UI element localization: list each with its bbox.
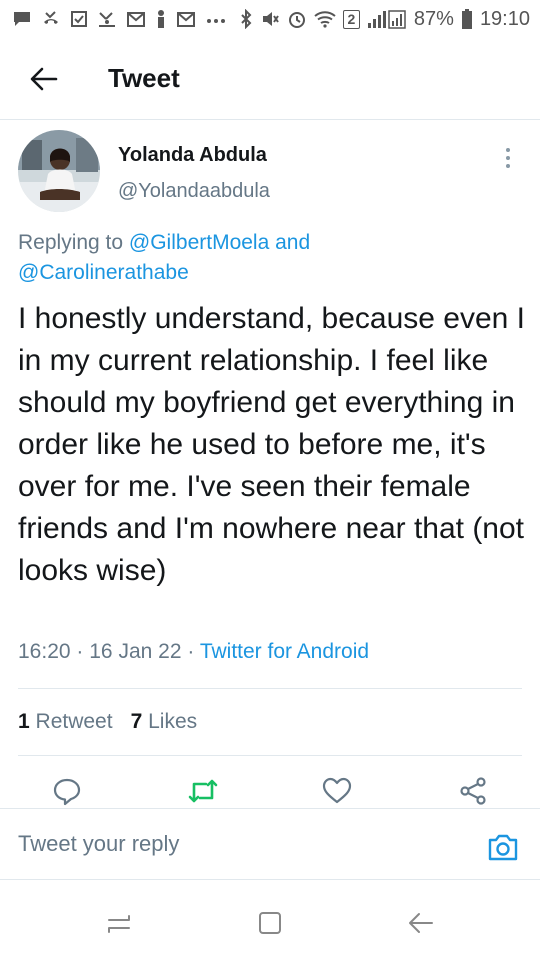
share-icon	[460, 777, 486, 805]
more-options-button[interactable]	[498, 144, 518, 172]
mute-icon	[260, 9, 280, 29]
battery-percent: 87%	[413, 7, 454, 30]
wifi-icon	[314, 10, 336, 28]
tweet-source-link[interactable]: Twitter for Android	[200, 640, 369, 663]
meta-separator: ·	[76, 640, 84, 663]
share-button[interactable]	[456, 774, 490, 808]
gmail-icon	[176, 10, 196, 28]
reply-button[interactable]	[50, 774, 84, 808]
app-header: Tweet	[0, 38, 540, 120]
divider	[18, 688, 522, 689]
system-icons: 2 87% 19:10	[239, 8, 530, 31]
replying-and[interactable]: and	[275, 231, 310, 254]
like-button[interactable]	[320, 774, 354, 808]
avatar-image	[18, 130, 100, 212]
mention-link[interactable]: @GilbertMoela	[129, 231, 269, 254]
camera-button[interactable]	[486, 831, 520, 863]
status-bar: 2 87% 19:10	[0, 0, 540, 38]
retweet-label: Retweet	[35, 710, 113, 733]
tweet-meta: 16:20 · 16 Jan 22 · Twitter for Android	[18, 640, 369, 664]
tweet-detail: Yolanda Abdula @Yolandaabdula Replying t…	[0, 120, 540, 806]
recent-apps-button[interactable]	[102, 906, 136, 940]
tweet-text: I honestly understand, because even I in…	[18, 302, 526, 587]
retweet-count: 1	[18, 710, 30, 733]
heart-icon	[322, 777, 352, 804]
like-count: 7	[130, 710, 143, 733]
replying-prefix: Replying to	[18, 231, 124, 254]
person-icon	[155, 9, 167, 29]
more-dots-icon	[205, 10, 227, 28]
home-icon	[259, 912, 281, 934]
gmail-icon	[126, 10, 146, 28]
tweet-stats: 1 Retweet 7 Likes	[18, 710, 197, 734]
page-title: Tweet	[108, 63, 180, 93]
reply-bar	[0, 808, 540, 880]
alarm-icon	[287, 9, 307, 29]
retweet-stat[interactable]: 1 Retweet	[18, 710, 113, 734]
back-nav-button[interactable]	[404, 906, 438, 940]
signal-icon	[367, 9, 407, 29]
meta-separator: ·	[187, 640, 195, 663]
recent-apps-icon	[108, 915, 130, 933]
message-icon	[12, 10, 32, 28]
retweet-button[interactable]	[186, 774, 220, 808]
author-handle[interactable]: @Yolandaabdula	[118, 180, 270, 203]
back-button[interactable]	[14, 49, 74, 109]
notification-icons	[12, 9, 227, 29]
back-arrow-icon	[409, 913, 433, 933]
reply-icon	[53, 778, 81, 806]
sim-badge: 2	[342, 9, 360, 29]
arrow-left-icon	[30, 67, 58, 90]
checkbox-icon	[70, 10, 88, 28]
camera-icon	[488, 834, 518, 861]
likes-stat[interactable]: 7 Likes	[131, 710, 198, 734]
more-vertical-icon	[506, 148, 510, 152]
bluetooth-icon	[239, 9, 253, 29]
tweet-date: 16 Jan 22	[89, 640, 182, 663]
tweet-actions	[0, 770, 540, 810]
clock: 19:10	[479, 7, 530, 30]
author-row: Yolanda Abdula @Yolandaabdula	[0, 120, 540, 218]
reply-input[interactable]	[18, 827, 458, 861]
home-button[interactable]	[253, 906, 287, 940]
gesture-icon	[97, 10, 117, 28]
battery-icon	[461, 8, 473, 30]
tweet-time: 16:20	[18, 640, 71, 663]
replying-to: Replying to @GilbertMoela and @Caroliner…	[18, 228, 518, 288]
author-name[interactable]: Yolanda Abdula	[118, 144, 267, 167]
mention-link[interactable]: @Carolinerathabe	[18, 261, 189, 284]
retweet-icon	[188, 779, 218, 803]
divider	[18, 755, 522, 756]
likes-label: Likes	[148, 710, 198, 733]
system-nav-bar	[0, 880, 540, 960]
avatar[interactable]	[18, 130, 100, 212]
missed-call-icon	[41, 10, 61, 28]
